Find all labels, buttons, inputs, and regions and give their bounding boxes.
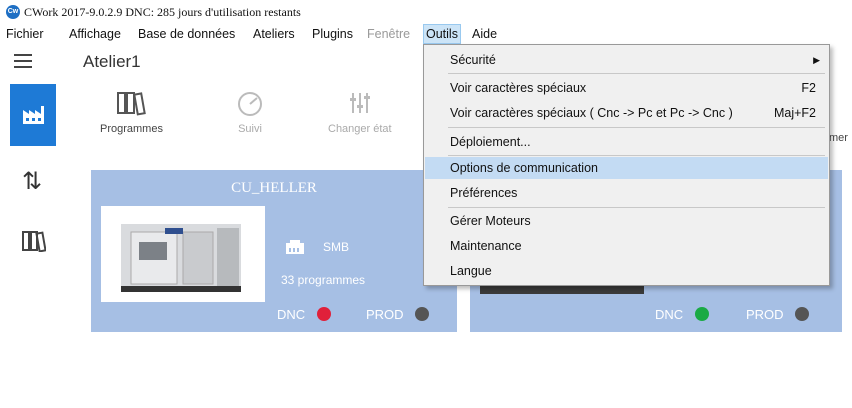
window-title: CWork 2017-9.0.2.9 DNC: 285 jours d'util… <box>24 5 301 19</box>
protocol-label: SMB <box>323 240 350 254</box>
programs-count: 33 programmes <box>281 273 366 287</box>
machine-image-2 <box>480 286 644 294</box>
menu-item-voir-caracteres-speciaux[interactable]: Voir caractères spéciaux F2 <box>425 77 828 99</box>
menu-outils[interactable]: Outils <box>423 24 461 44</box>
programmes-button[interactable]: Programmes <box>100 90 163 135</box>
changer-etat-label: Changer état <box>328 123 392 135</box>
menu-plugins[interactable]: Plugins <box>310 25 355 43</box>
sliders-icon <box>349 93 370 113</box>
machine-name: CU_HELLER <box>231 180 317 196</box>
factory-icon <box>23 106 44 124</box>
menu-fichier[interactable]: Fichier <box>4 25 46 43</box>
menu-bar: Fichier Affichage Base de données Atelie… <box>0 24 852 44</box>
prod-label: PROD <box>366 307 404 322</box>
network-icon <box>284 238 306 256</box>
menu-item-maintenance[interactable]: Maintenance <box>425 235 828 257</box>
dnc-status-2: DNC <box>655 307 709 322</box>
menu-item-deploiement[interactable]: Déploiement... <box>425 131 828 153</box>
prod-status: PROD <box>366 307 430 322</box>
workshop-title: Atelier1 <box>83 52 141 71</box>
menu-affichage[interactable]: Affichage <box>67 25 123 43</box>
outils-dropdown-menu: Sécurité ▶ Voir caractères spéciaux F2 V… <box>423 44 830 286</box>
prod-status-2: PROD <box>746 307 810 322</box>
toolbar-cut-label: mer <box>829 132 848 144</box>
shortcut-f2: F2 <box>801 81 816 95</box>
changer-etat-button[interactable]: Changer état <box>328 90 392 135</box>
suivi-label: Suivi <box>238 123 262 135</box>
title-bar: Cw CWork 2017-9.0.2.9 DNC: 285 jours d'u… <box>0 0 852 24</box>
submenu-arrow-icon: ▶ <box>813 55 820 65</box>
machine-image <box>101 206 265 302</box>
menu-base-de-donnees[interactable]: Base de données <box>136 25 237 43</box>
menu-ateliers[interactable]: Ateliers <box>251 25 297 43</box>
menu-fenetre[interactable]: Fenêtre <box>365 25 412 43</box>
menu-item-securite[interactable]: Sécurité ▶ <box>425 49 828 71</box>
menu-item-preferences[interactable]: Préférences <box>425 182 828 204</box>
library-icon[interactable] <box>22 230 47 257</box>
prod-label-2: PROD <box>746 307 784 322</box>
machine-card-cu-heller[interactable]: CU_HELLER SMB 33 programmes DNC PROD <box>91 170 457 332</box>
dnc-label-2: DNC <box>655 307 684 322</box>
prod-status-dot <box>415 307 430 321</box>
transfer-arrows-icon[interactable]: ⇅ <box>22 170 42 194</box>
dnc-label: DNC <box>277 307 306 322</box>
programmes-label: Programmes <box>100 123 163 135</box>
hamburger-menu-icon[interactable] <box>14 54 32 72</box>
menu-item-langue[interactable]: Langue <box>425 260 828 282</box>
dnc-status-dot <box>316 307 331 321</box>
dnc-status: DNC <box>277 307 331 322</box>
shortcut-maj-f2: Maj+F2 <box>773 106 816 120</box>
suivi-button[interactable]: Suivi <box>235 90 265 135</box>
dnc-status-dot-2 <box>694 307 709 321</box>
app-logo-icon: Cw <box>6 5 20 19</box>
menu-aide[interactable]: Aide <box>470 25 499 43</box>
programs-library-icon <box>117 92 147 116</box>
prod-status-dot-2 <box>795 307 810 321</box>
menu-item-options-de-communication[interactable]: Options de communication <box>425 157 828 179</box>
gauge-icon <box>238 92 262 116</box>
nav-workshop-button[interactable] <box>10 84 56 146</box>
menu-item-gerer-moteurs[interactable]: Gérer Moteurs <box>425 210 828 232</box>
menu-item-voir-caracteres-speciaux-cnc[interactable]: Voir caractères spéciaux ( Cnc -> Pc et … <box>425 102 828 124</box>
